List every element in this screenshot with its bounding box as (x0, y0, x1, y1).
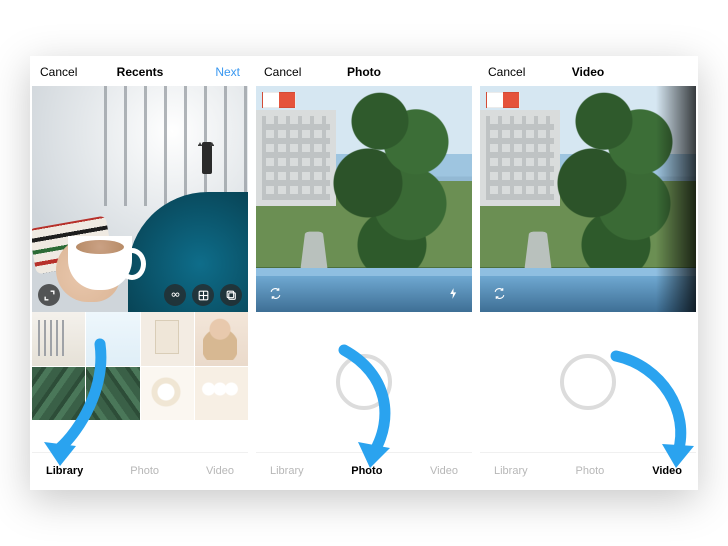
selected-photo-preview[interactable] (32, 86, 248, 312)
header: Cancel Video (480, 58, 696, 86)
color-badge (262, 92, 296, 108)
tab-video[interactable]: Video (430, 465, 458, 477)
tab-photo[interactable]: Photo (351, 465, 382, 477)
thumbnail[interactable] (86, 367, 139, 421)
tab-photo[interactable]: Photo (576, 465, 605, 477)
switch-camera-icon[interactable] (264, 282, 286, 304)
header: Cancel Recents Next (32, 58, 248, 86)
multi-select-icon[interactable] (220, 284, 242, 306)
flash-icon[interactable] (442, 282, 464, 304)
header: Cancel Photo (256, 58, 472, 86)
thumbnail[interactable] (32, 367, 85, 421)
shutter-button[interactable] (336, 354, 392, 410)
cancel-button[interactable]: Cancel (40, 65, 90, 79)
infinity-icon[interactable] (164, 284, 186, 306)
switch-camera-icon[interactable] (488, 282, 510, 304)
bottom-tabs: Library Photo Video (480, 452, 696, 488)
bottom-tabs: Library Photo Video (256, 452, 472, 488)
tab-video[interactable]: Video (206, 465, 234, 477)
screen-photo: Cancel Photo Library Photo (256, 58, 472, 488)
next-button[interactable]: Next (190, 65, 240, 79)
thumbnail[interactable] (141, 367, 194, 421)
header-title: Video (538, 65, 638, 79)
thumbnail[interactable] (32, 312, 85, 366)
expand-icon[interactable] (38, 284, 60, 306)
capture-area (256, 312, 472, 452)
thumbnail[interactable] (86, 312, 139, 366)
camera-viewfinder[interactable] (256, 86, 472, 312)
three-screen-composite: Cancel Recents Next (30, 56, 698, 490)
tab-photo[interactable]: Photo (130, 465, 159, 477)
screen-library: Cancel Recents Next (32, 58, 248, 488)
thumbnail[interactable] (195, 312, 248, 366)
capture-area (480, 312, 696, 452)
tab-library[interactable]: Library (494, 465, 528, 477)
cancel-button[interactable]: Cancel (488, 65, 538, 79)
thumbnail[interactable] (195, 367, 248, 421)
viewfinder-image (480, 86, 696, 312)
viewfinder-image (256, 86, 472, 312)
camera-viewfinder[interactable] (480, 86, 696, 312)
preview-tool-row (164, 284, 242, 306)
color-badge (486, 92, 520, 108)
bottom-tabs: Library Photo Video (32, 452, 248, 488)
grid-icon[interactable] (192, 284, 214, 306)
photo-grid (32, 312, 248, 420)
preview-image (32, 86, 248, 312)
thumbnail[interactable] (141, 312, 194, 366)
record-button[interactable] (560, 354, 616, 410)
tab-library[interactable]: Library (46, 465, 83, 477)
tab-video[interactable]: Video (652, 465, 682, 477)
cancel-button[interactable]: Cancel (264, 65, 314, 79)
tab-library[interactable]: Library (270, 465, 304, 477)
header-title: Photo (314, 65, 414, 79)
screen-video: Cancel Video Library Photo Video (480, 58, 696, 488)
header-title[interactable]: Recents (90, 65, 190, 79)
